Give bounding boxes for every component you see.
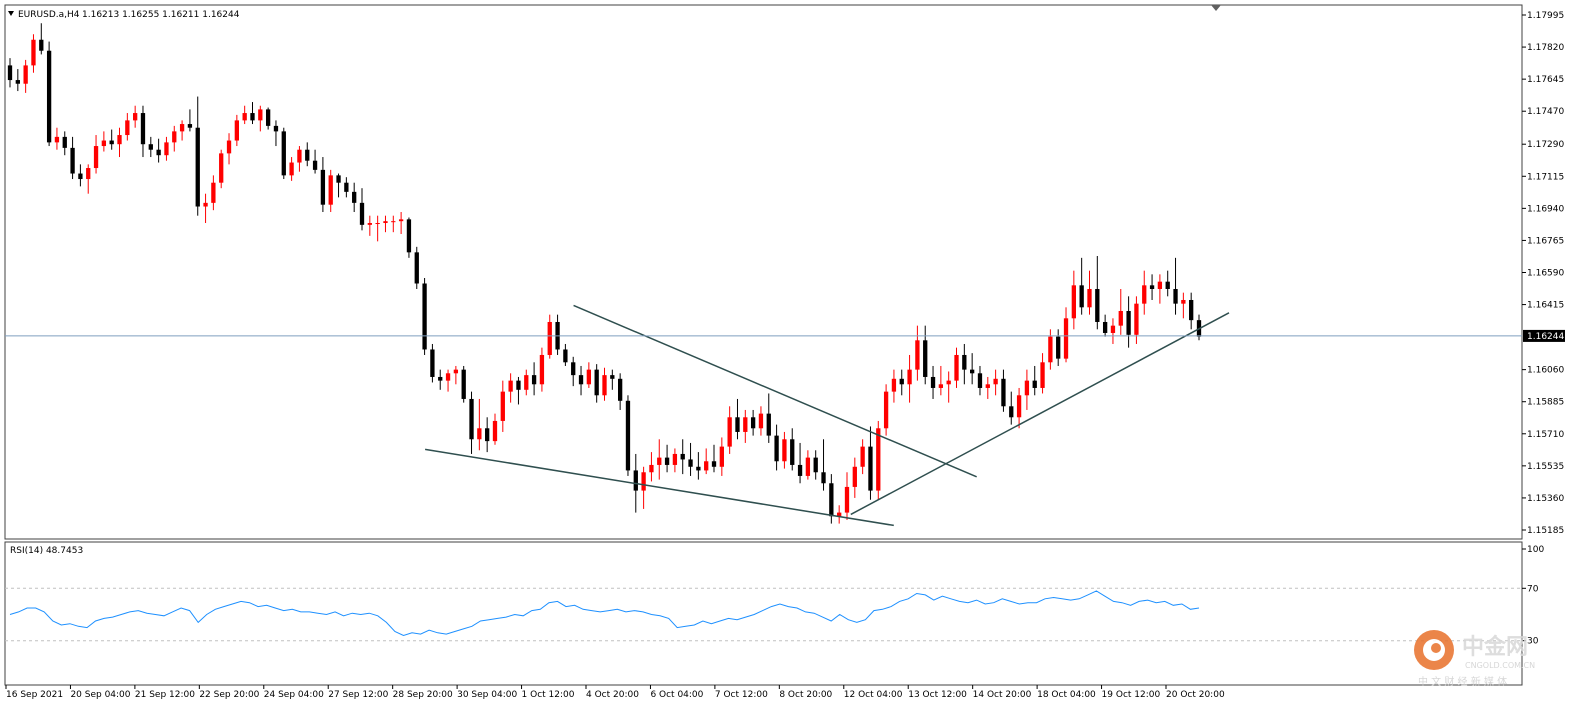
candle bbox=[876, 420, 881, 500]
time-tick-label: 4 Oct 20:00 bbox=[586, 690, 639, 700]
time-tick-label: 8 Oct 20:00 bbox=[779, 690, 832, 700]
candle bbox=[406, 217, 412, 258]
ohlc-label: 1.16213 1.16255 1.16211 1.16244 bbox=[82, 10, 240, 20]
rsi-tick-label: 30 bbox=[1527, 637, 1539, 647]
rsi-tick-label: 100 bbox=[1527, 545, 1544, 555]
candle bbox=[883, 384, 889, 436]
candle bbox=[46, 41, 52, 147]
price-tick-label: 1.17470 bbox=[1527, 107, 1564, 117]
time-tick-label: 24 Sep 04:00 bbox=[264, 690, 324, 700]
price-tick-label: 1.16940 bbox=[1527, 204, 1564, 214]
price-tick-label: 1.15885 bbox=[1527, 398, 1564, 408]
price-tick-label: 1.17290 bbox=[1527, 140, 1564, 150]
rsi-label: RSI(14) 48.7453 bbox=[10, 546, 83, 556]
symbol-label: EURUSD.a,H4 bbox=[18, 10, 80, 20]
time-tick-label: 19 Oct 12:00 bbox=[1102, 690, 1161, 700]
price-tick-label: 1.17820 bbox=[1527, 43, 1564, 53]
time-tick-label: 27 Sep 12:00 bbox=[328, 690, 388, 700]
watermark-domain: CNGOLD.COM.CN bbox=[1465, 661, 1535, 670]
time-tick-label: 20 Sep 04:00 bbox=[70, 690, 130, 700]
time-tick-label: 22 Sep 20:00 bbox=[199, 690, 259, 700]
price-tick-label: 1.15710 bbox=[1527, 430, 1564, 440]
current-price-label: 1.16244 bbox=[1527, 332, 1564, 342]
price-tick-label: 1.16765 bbox=[1527, 236, 1564, 246]
watermark-brand: 中金网 bbox=[1462, 634, 1528, 660]
price-tick-label: 1.17645 bbox=[1527, 75, 1564, 85]
mt4-chart-window[interactable]: 1.17995 1.17820 1.17645 1.17470 1.17290 1.171… bbox=[0, 0, 1586, 708]
price-tick-label: 1.15360 bbox=[1527, 494, 1564, 504]
time-tick-label: 14 Oct 20:00 bbox=[973, 690, 1032, 700]
time-tick-label: 13 Oct 12:00 bbox=[908, 690, 967, 700]
price-tick-label: 1.17115 bbox=[1527, 172, 1564, 182]
candle bbox=[430, 343, 435, 383]
time-tick-label: 28 Sep 20:00 bbox=[393, 690, 453, 700]
price-tick-label: 1.15535 bbox=[1527, 462, 1564, 472]
price-tick-label: 1.16060 bbox=[1527, 366, 1564, 376]
price-panel[interactable] bbox=[4, 4, 1523, 540]
time-tick-label: 1 Oct 12:00 bbox=[522, 690, 575, 700]
candle bbox=[219, 149, 224, 189]
price-tick-label: 1.16415 bbox=[1527, 301, 1564, 311]
rsi-tick-label: 70 bbox=[1527, 584, 1539, 594]
time-axis: 16 Sep 2021 20 Sep 04:00 21 Sep 12:00 22 Se… bbox=[5, 685, 1225, 700]
time-tick-label: 12 Oct 04:00 bbox=[844, 690, 903, 700]
candle bbox=[422, 277, 427, 355]
price-axis: 1.17995 1.17820 1.17645 1.17470 1.17290 1.171… bbox=[1522, 11, 1565, 536]
time-tick-label: 21 Sep 12:00 bbox=[135, 690, 195, 700]
candle bbox=[461, 365, 466, 403]
time-tick-label: 18 Oct 04:00 bbox=[1037, 690, 1096, 700]
time-tick-label: 6 Oct 04:00 bbox=[650, 690, 703, 700]
candle bbox=[281, 127, 286, 180]
price-tick-label: 1.15185 bbox=[1527, 526, 1564, 536]
candle bbox=[414, 246, 419, 289]
price-tick-label: 1.16590 bbox=[1527, 269, 1564, 279]
candle bbox=[625, 395, 631, 476]
time-tick-label: 30 Sep 04:00 bbox=[457, 690, 517, 700]
watermark-tagline: 中 文 财 经 新 媒 体 bbox=[1418, 675, 1507, 688]
price-tick-label: 1.17995 bbox=[1527, 11, 1564, 21]
time-tick-label: 7 Oct 12:00 bbox=[715, 690, 768, 700]
time-tick-label: 20 Oct 20:00 bbox=[1166, 690, 1225, 700]
time-tick-label: 16 Sep 2021 bbox=[6, 690, 63, 700]
rsi-panel[interactable] bbox=[4, 541, 1523, 686]
